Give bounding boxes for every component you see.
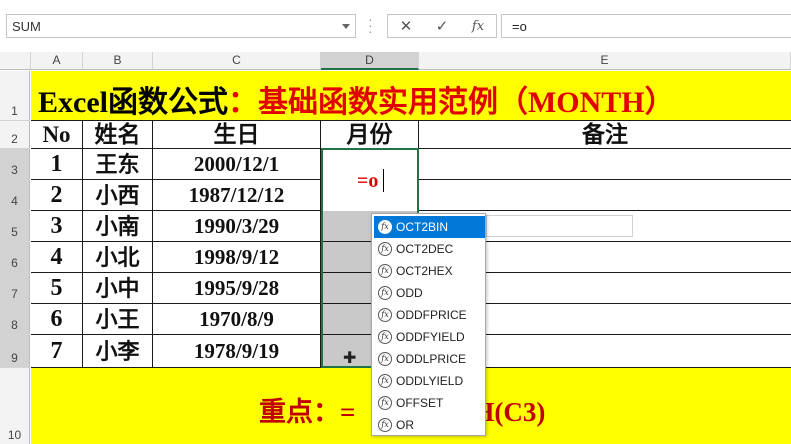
column-header-d[interactable]: D: [321, 52, 419, 70]
formula-buttons: ✕ ✓ fx: [387, 14, 497, 38]
autocomplete-item-label: OFFSET: [396, 396, 444, 410]
cell-name[interactable]: 王东: [83, 149, 153, 180]
text-caret: [383, 169, 384, 192]
formula-bar-area: SUM · · · ✕ ✓ fx =o: [0, 0, 791, 52]
cell-birth[interactable]: 1970/8/9: [153, 304, 321, 335]
autocomplete-item-label: ODDFPRICE: [396, 308, 467, 322]
cell-no[interactable]: 3: [31, 211, 83, 242]
select-all-corner[interactable]: [0, 52, 31, 70]
row-header-9[interactable]: 9: [0, 335, 30, 368]
header-name[interactable]: 姓名: [83, 121, 153, 149]
autocomplete-item-label: ODD: [396, 286, 423, 300]
active-cell-text: =o: [357, 170, 379, 192]
cell-birth[interactable]: 1998/9/12: [153, 242, 321, 273]
autocomplete-item[interactable]: fx ODDLPRICE: [374, 348, 485, 370]
drag-handle-icon[interactable]: · · ·: [368, 12, 373, 38]
autocomplete-item[interactable]: fx ODDFYIELD: [374, 326, 485, 348]
autocomplete-item-label: OCT2DEC: [396, 242, 454, 256]
row-header-2[interactable]: 2: [0, 121, 30, 149]
enter-icon[interactable]: ✓: [428, 17, 456, 37]
cancel-icon[interactable]: ✕: [392, 17, 420, 37]
cell-birth[interactable]: 1987/12/12: [153, 180, 321, 211]
autocomplete-item-label: ODDLPRICE: [396, 352, 467, 366]
column-header-c[interactable]: C: [153, 52, 321, 70]
cell-birth[interactable]: 1990/3/29: [153, 211, 321, 242]
title-cell[interactable]: Excel函数公式：基础函数实用范例（MONTH）: [31, 71, 791, 121]
autocomplete-item[interactable]: fx OCT2DEC: [374, 238, 485, 260]
name-box[interactable]: SUM: [6, 14, 356, 38]
cell-no[interactable]: 5: [31, 273, 83, 304]
cell-no[interactable]: 6: [31, 304, 83, 335]
cell-no[interactable]: 7: [31, 335, 83, 368]
header-no[interactable]: No: [31, 121, 83, 149]
column-header-a[interactable]: A: [31, 52, 83, 70]
cell-no[interactable]: 1: [31, 149, 83, 180]
formula-input-value: =o: [512, 19, 527, 34]
cell-name[interactable]: 小中: [83, 273, 153, 304]
function-icon: fx: [378, 330, 392, 344]
autocomplete-item[interactable]: fx OCT2HEX: [374, 260, 485, 282]
function-icon: fx: [378, 418, 392, 432]
column-header-e[interactable]: E: [419, 52, 791, 70]
function-autocomplete-list[interactable]: fx OCT2BIN fx OCT2DEC fx OCT2HEX fx ODD fx ODDFPR…: [371, 213, 486, 436]
header-month[interactable]: 月份: [321, 121, 419, 149]
autocomplete-item-label: ODDLYIELD: [396, 374, 464, 388]
autocomplete-item[interactable]: fx ODDLYIELD: [374, 370, 485, 392]
function-icon: fx: [378, 352, 392, 366]
formula-input[interactable]: =o: [501, 14, 791, 38]
row-header-6[interactable]: 6: [0, 242, 30, 273]
insert-function-icon[interactable]: fx: [464, 17, 492, 37]
cell-birth[interactable]: 1978/9/19: [153, 335, 321, 368]
autocomplete-item[interactable]: fx OFFSET: [374, 392, 485, 414]
cell-note[interactable]: [419, 149, 791, 180]
row-header-7[interactable]: 7: [0, 273, 30, 304]
header-birth[interactable]: 生日: [153, 121, 321, 149]
function-icon: fx: [378, 220, 392, 234]
autocomplete-item-label: ODDFYIELD: [396, 330, 465, 344]
function-icon: fx: [378, 242, 392, 256]
sheet-title-red: ：基础函数实用范例（MONTH）: [227, 86, 675, 119]
header-note[interactable]: 备注: [419, 121, 791, 149]
autocomplete-item-label: OCT2HEX: [396, 264, 453, 278]
autocomplete-item[interactable]: fx ODD: [374, 282, 485, 304]
row-header-3[interactable]: 3: [0, 149, 30, 180]
row-header-10[interactable]: 10: [0, 368, 30, 444]
cell-name[interactable]: 小李: [83, 335, 153, 368]
autocomplete-item-label: OCT2BIN: [396, 220, 449, 234]
function-icon: fx: [378, 264, 392, 278]
function-tooltip: [486, 215, 633, 237]
name-box-value: SUM: [12, 19, 41, 34]
cell-no[interactable]: 2: [31, 180, 83, 211]
cell-name[interactable]: 小北: [83, 242, 153, 273]
autocomplete-item[interactable]: fx OCT2BIN: [374, 216, 485, 238]
function-icon: fx: [378, 286, 392, 300]
row-header-1[interactable]: 1: [0, 71, 30, 121]
sheet-title: Excel函数公式：基础函数实用范例（MONTH）: [38, 86, 675, 119]
cell-birth[interactable]: 1995/9/28: [153, 273, 321, 304]
cell-cursor-icon: ✚: [343, 350, 357, 367]
autocomplete-item-label: OR: [396, 418, 414, 432]
row-header-5[interactable]: 5: [0, 211, 30, 242]
cell-birth[interactable]: 2000/12/1: [153, 149, 321, 180]
column-header-b[interactable]: B: [83, 52, 153, 70]
function-icon: fx: [378, 374, 392, 388]
cell-name[interactable]: 小王: [83, 304, 153, 335]
chevron-down-icon[interactable]: [342, 24, 350, 29]
function-icon: fx: [378, 308, 392, 322]
cell-name[interactable]: 小西: [83, 180, 153, 211]
row-header-4[interactable]: 4: [0, 180, 30, 211]
row-header-8[interactable]: 8: [0, 304, 30, 335]
function-icon: fx: [378, 396, 392, 410]
active-cell-d3[interactable]: =o: [322, 149, 418, 211]
cell-no[interactable]: 4: [31, 242, 83, 273]
cell-note[interactable]: [419, 180, 791, 211]
cell-name[interactable]: 小南: [83, 211, 153, 242]
autocomplete-item[interactable]: fx ODDFPRICE: [374, 304, 485, 326]
autocomplete-item[interactable]: fx OR: [374, 414, 485, 436]
